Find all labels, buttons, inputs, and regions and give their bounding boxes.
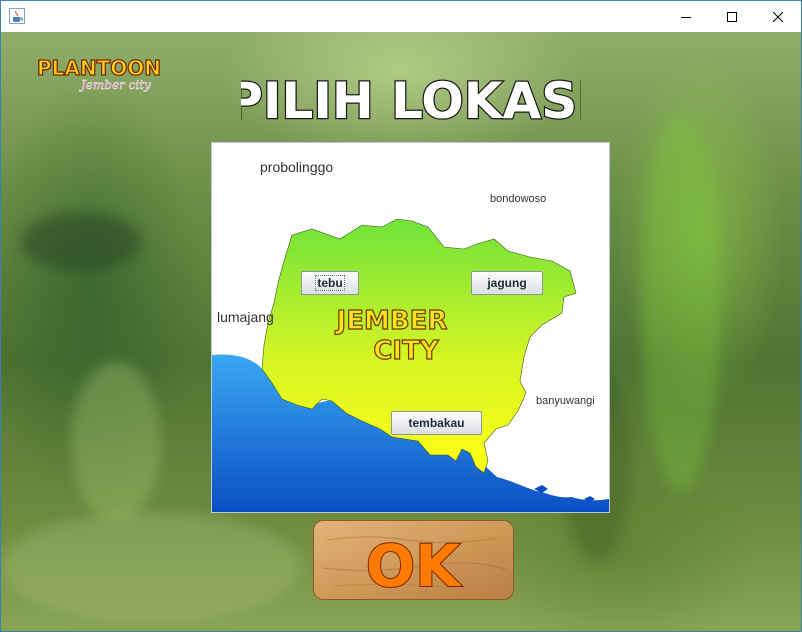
background-foliage [71, 362, 161, 522]
logo-sub-text: Jember city [78, 78, 151, 92]
ok-label: OK [366, 532, 462, 600]
location-map: JEMBER CITY probolinggo bondowoso lumaja… [211, 142, 610, 513]
place-bondowoso: bondowoso [490, 193, 547, 205]
place-probolinggo: probolinggo [260, 159, 334, 175]
app-window: PLANTOON Jember city PILIH LOKASI JEMBER… [0, 0, 802, 632]
background-foliage [1, 512, 301, 622]
title-bar [1, 1, 801, 32]
background-foliage [641, 112, 721, 492]
jagung-button[interactable]: jagung [471, 271, 543, 295]
close-button[interactable] [755, 1, 801, 32]
place-lumajang: lumajang [217, 309, 274, 325]
region-label-jember: JEMBER [335, 306, 448, 336]
ok-button[interactable]: OK [313, 520, 514, 600]
map-drawing: JEMBER CITY [212, 218, 609, 512]
maximize-icon [727, 11, 737, 22]
tebu-button-label: tebu [315, 275, 345, 291]
maximize-button[interactable] [709, 1, 755, 32]
plantoon-logo: PLANTOON Jember city [36, 55, 161, 92]
close-icon [773, 11, 783, 22]
page-title: PILIH LOKASI [241, 71, 581, 132]
tembakau-button[interactable]: tembakau [391, 411, 482, 435]
game-screen: PLANTOON Jember city PILIH LOKASI JEMBER… [1, 32, 801, 631]
tebu-button[interactable]: tebu [301, 271, 359, 295]
place-banyuwangi: banyuwangi [536, 395, 595, 407]
minimize-icon [681, 16, 691, 18]
background-foliage [21, 212, 141, 272]
page-title-text: PILIH LOKASI [241, 72, 581, 130]
java-cup-icon [9, 8, 25, 24]
region-label-city: CITY [373, 336, 439, 366]
logo-main-text: PLANTOON [37, 56, 161, 80]
minimize-button[interactable] [663, 1, 709, 32]
